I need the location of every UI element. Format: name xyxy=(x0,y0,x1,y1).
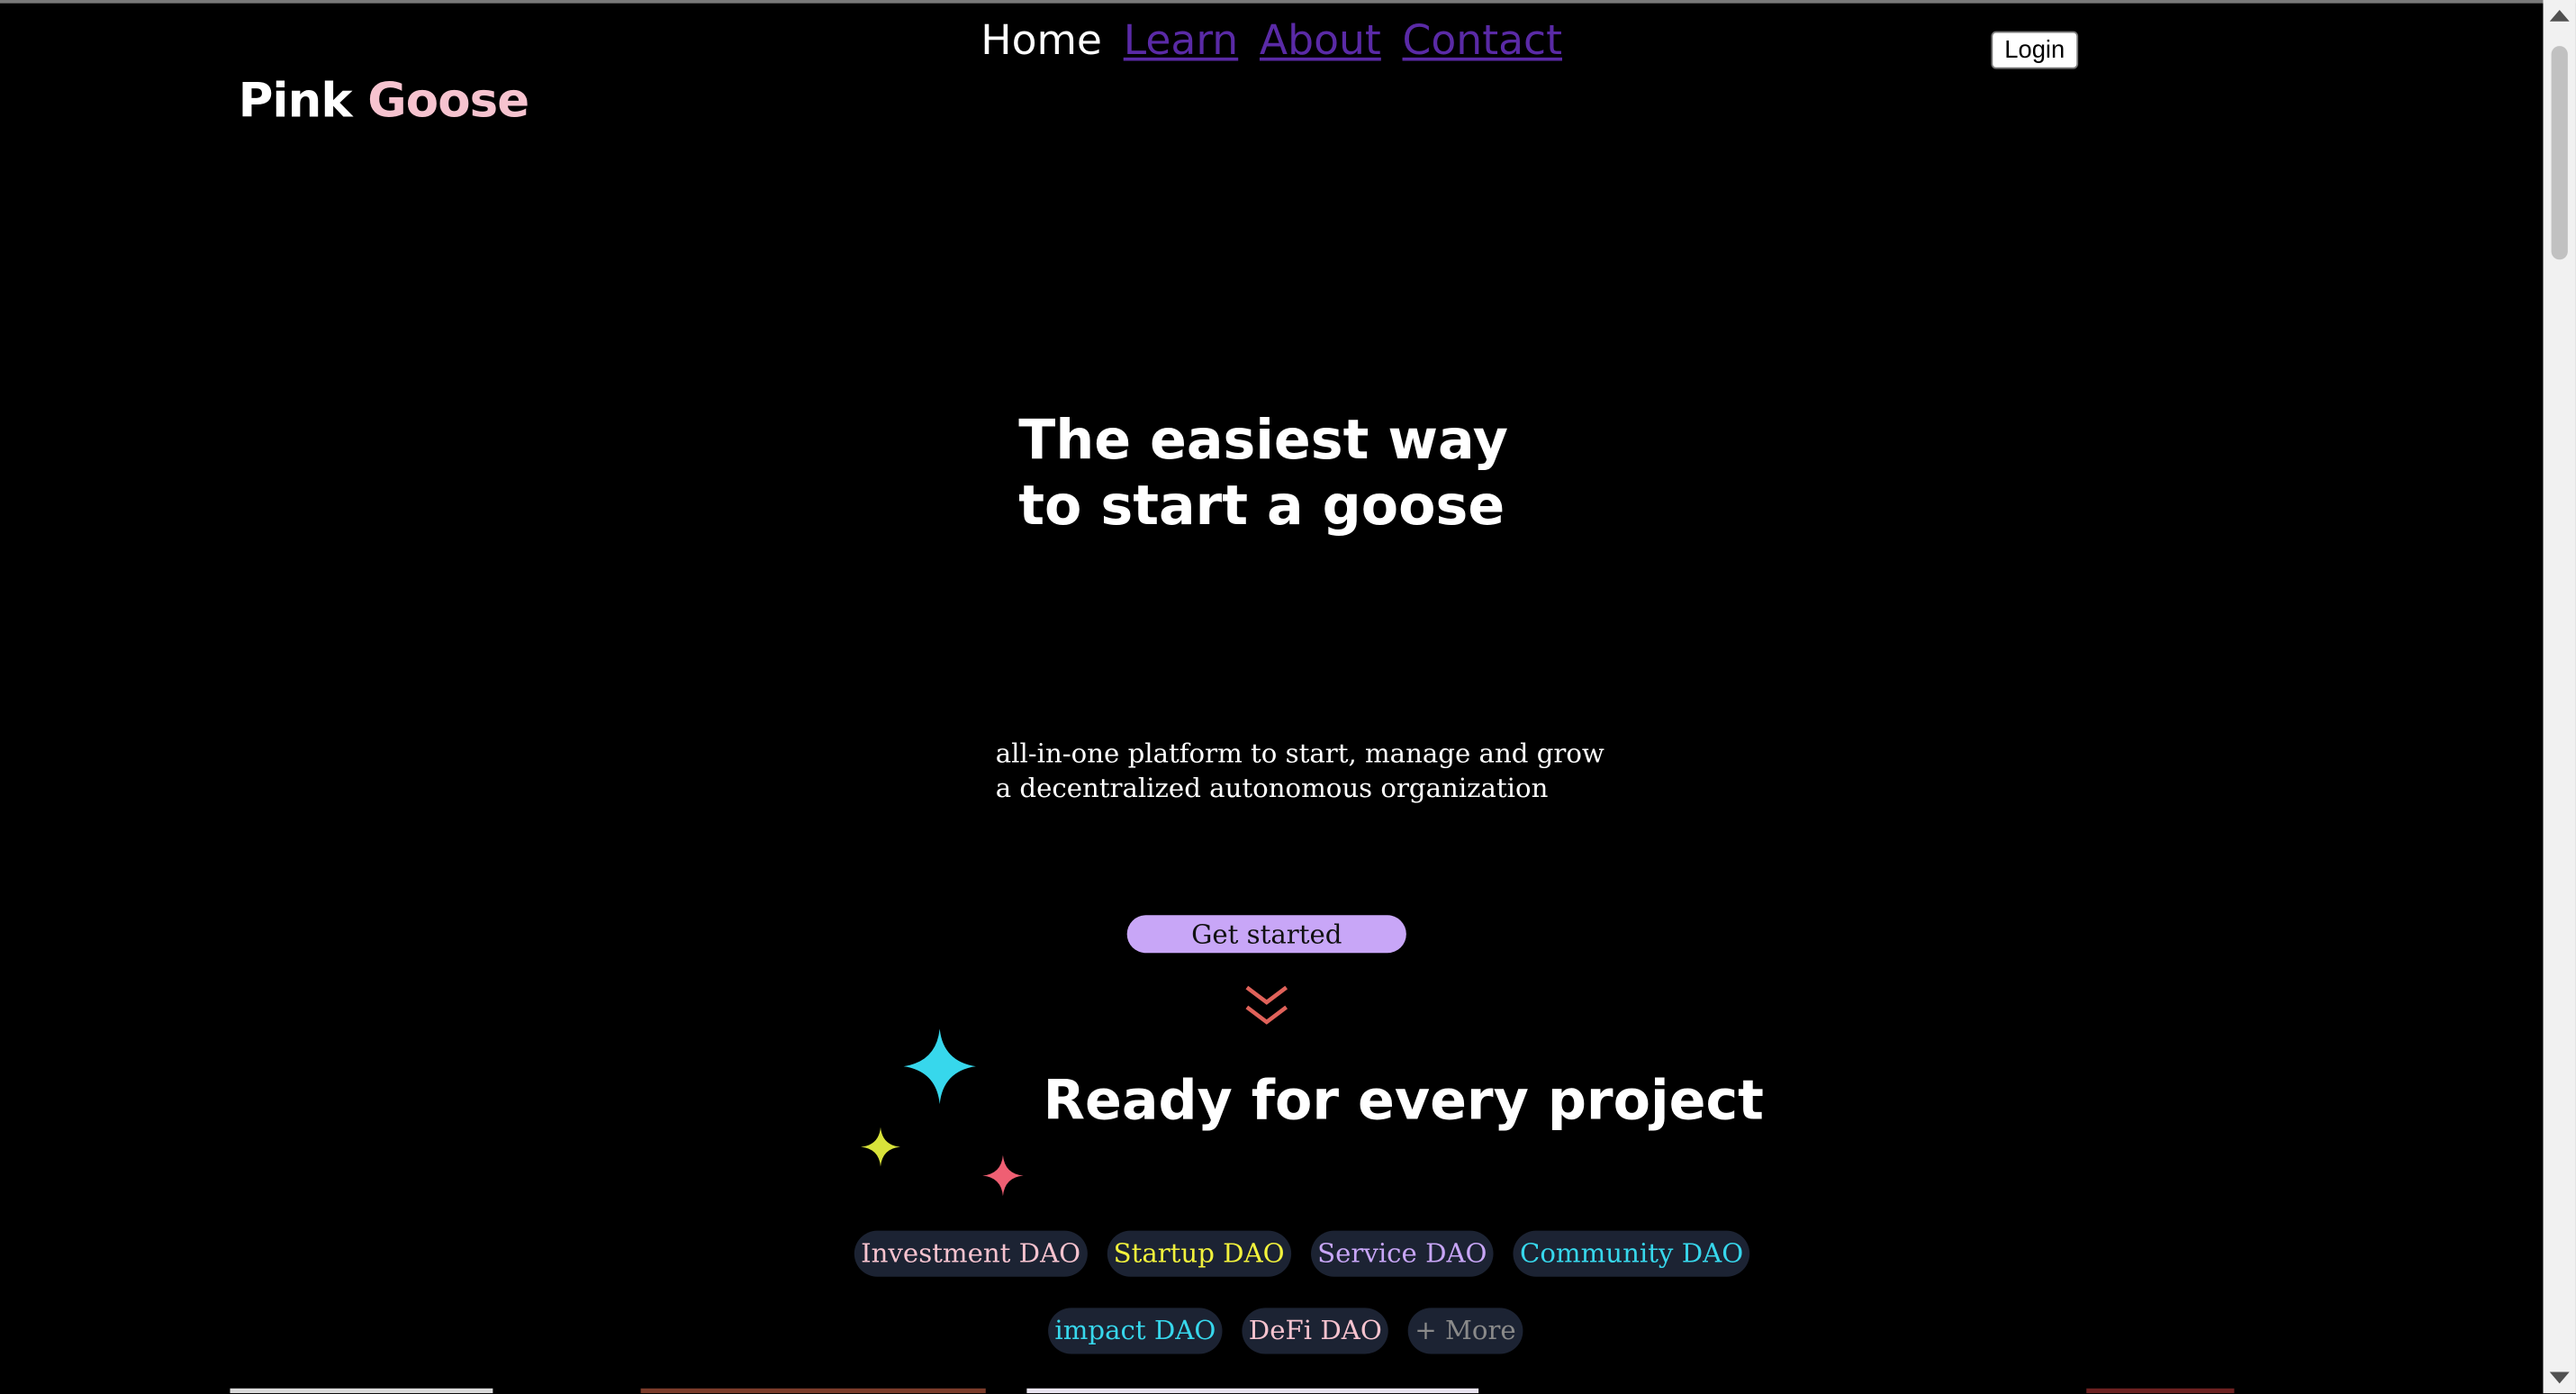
nav-contact[interactable]: Contact xyxy=(1403,16,1562,64)
nav-home[interactable]: Home xyxy=(981,16,1102,64)
hero-title-line1: The easiest way xyxy=(1018,407,1509,472)
page: Pink Goose Home Learn About Contact Logi… xyxy=(0,0,2576,1394)
nav-learn[interactable]: Learn xyxy=(1124,16,1238,64)
dao-tags-row-2: impact DAO DeFi DAO + More xyxy=(1048,1308,1523,1354)
dao-tags-row-1: Investment DAO Startup DAO Service DAO C… xyxy=(854,1230,1750,1277)
logo-text-goose: Goose xyxy=(367,72,529,129)
hero-subtitle: all-in-one platform to start, manage and… xyxy=(996,736,1604,805)
tag-service-dao[interactable]: Service DAO xyxy=(1310,1230,1494,1277)
tag-more[interactable]: + More xyxy=(1407,1308,1523,1354)
tag-defi-dao[interactable]: DeFi DAO xyxy=(1242,1308,1389,1354)
double-chevron-down-icon[interactable] xyxy=(1243,982,1289,1032)
tag-community-dao[interactable]: Community DAO xyxy=(1513,1230,1750,1277)
window-top-border xyxy=(0,0,2576,4)
sparkle-pink-icon xyxy=(982,1154,1024,1197)
section-title: Ready for every project xyxy=(1043,1067,1764,1133)
logo[interactable]: Pink Goose xyxy=(238,72,530,129)
get-started-button[interactable]: Get started xyxy=(1126,915,1406,954)
login-button[interactable]: Login xyxy=(1991,31,2079,69)
tag-investment-dao[interactable]: Investment DAO xyxy=(854,1230,1088,1277)
hero-subtitle-line2: a decentralized autonomous organization xyxy=(995,772,1549,804)
scroll-thumb[interactable] xyxy=(2551,46,2568,260)
sparkle-yellow-icon xyxy=(861,1127,900,1167)
logo-text-pink: Pink xyxy=(238,72,353,129)
tag-impact-dao[interactable]: impact DAO xyxy=(1048,1308,1223,1354)
scrollbar[interactable] xyxy=(2543,0,2576,1394)
scroll-up-arrow-icon[interactable] xyxy=(2549,9,2570,22)
card-strip-preview xyxy=(230,1388,2235,1394)
tag-startup-dao[interactable]: Startup DAO xyxy=(1107,1230,1291,1277)
hero-subtitle-line1: all-in-one platform to start, manage and… xyxy=(995,738,1604,769)
main-nav: Home Learn About Contact xyxy=(981,16,1562,64)
sparkle-cyan-icon xyxy=(903,1028,976,1105)
hero-title: The easiest way to start a goose xyxy=(1018,407,1509,539)
nav-about[interactable]: About xyxy=(1260,16,1381,64)
scroll-down-arrow-icon[interactable] xyxy=(2549,1371,2570,1384)
hero-title-line2: to start a goose xyxy=(1018,473,1505,538)
